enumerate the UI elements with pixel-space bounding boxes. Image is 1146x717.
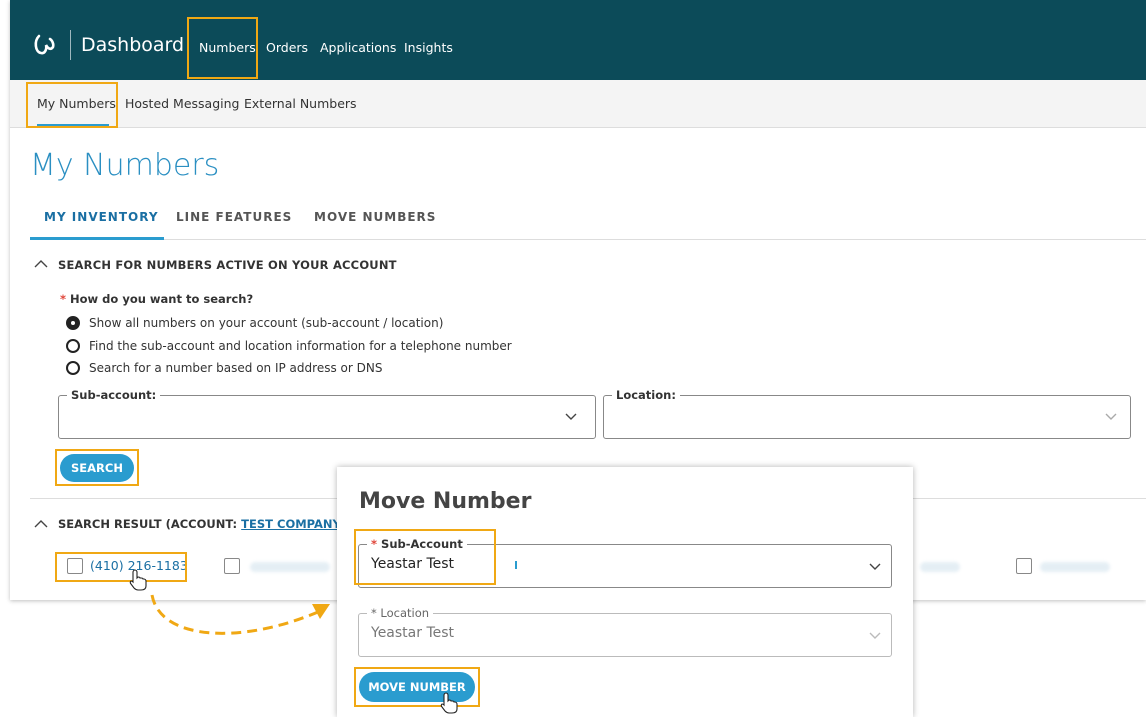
chevron-down-icon [1105,413,1117,420]
search-result-prefix: SEARCH RESULT (ACCOUNT: [58,517,242,531]
collapse-chevron-icon[interactable] [34,259,48,269]
dashboard-link[interactable]: Dashboard [81,34,184,56]
move-number-modal: Move Number * Sub-Account Yeastar Test *… [337,467,913,717]
sub-nav: My Numbers Hosted Messaging External Num… [10,80,1146,128]
sub-account-label: Sub-account: [67,388,161,402]
subnav-hosted-messaging[interactable]: Hosted Messaging [125,96,239,111]
sub-account-select[interactable]: Sub-account: [58,388,596,439]
tab-move-numbers[interactable]: MOVE NUMBERS [314,210,436,224]
required-mark: * [371,606,377,620]
tab-line-features[interactable]: LINE FEATURES [176,210,292,224]
radio-label: Search for a number based on IP address … [89,361,383,375]
hand-cursor-icon [440,692,458,714]
tab-my-inventory[interactable]: MY INVENTORY [44,210,159,224]
radio-unselected-icon[interactable] [66,361,80,375]
radio-option-telephone[interactable]: Find the sub-account and location inform… [66,339,512,353]
radio-label: Find the sub-account and location inform… [89,339,512,353]
nav-insights[interactable]: Insights [404,40,453,55]
chevron-down-icon [869,632,881,639]
logo-divider [70,30,71,60]
highlight-box-my-numbers [26,82,118,128]
blurred-number [250,562,330,572]
collapse-chevron-icon[interactable] [34,519,48,529]
tabs-divider [30,239,1146,240]
highlight-box-move-number [354,667,480,707]
radio-option-ip-dns[interactable]: Search for a number based on IP address … [66,361,382,375]
page-title: My Numbers [30,148,220,183]
highlight-box-search [55,449,139,486]
modal-location-select[interactable]: * Location Yeastar Test [358,606,892,657]
modal-title: Move Number [359,489,532,514]
modal-location-value: Yeastar Test [371,625,455,641]
active-tab-underline [30,237,164,240]
highlight-box-sub-account [354,529,496,585]
number-checkbox[interactable] [1016,558,1032,574]
chevron-down-icon [565,413,577,420]
chevron-down-icon [869,563,881,570]
required-mark: * [60,292,67,306]
brand-logo-icon [34,34,55,55]
nav-applications[interactable]: Applications [320,40,396,55]
radio-unselected-icon[interactable] [66,339,80,353]
search-question: * How do you want to search? [60,292,253,306]
search-result-title: SEARCH RESULT (ACCOUNT: TEST COMPANY [58,517,341,531]
location-select[interactable]: Location: [603,388,1131,439]
highlight-box-phone [55,552,187,582]
number-checkbox[interactable] [224,558,240,574]
radio-option-all-numbers[interactable]: Show all numbers on your account (sub-ac… [66,316,443,330]
radio-selected-icon[interactable] [66,316,80,330]
radio-label: Show all numbers on your account (sub-ac… [89,316,444,330]
search-section-title: SEARCH FOR NUMBERS ACTIVE ON YOUR ACCOUN… [58,258,397,272]
blurred-number [920,562,960,572]
hand-cursor-icon [129,569,147,591]
location-label: Location: [612,388,680,402]
modal-location-label: * Location [367,606,434,620]
account-link[interactable]: TEST COMPANY [241,517,341,531]
search-question-text: How do you want to search? [70,292,254,306]
text-caret [515,561,517,569]
subnav-external-numbers[interactable]: External Numbers [244,96,357,111]
highlight-box-numbers [187,17,258,79]
top-nav: Dashboard Numbers Orders Applications In… [10,0,1146,80]
modal-location-label-text: Location [380,606,430,620]
blurred-number [1040,562,1110,572]
nav-orders[interactable]: Orders [266,40,308,55]
